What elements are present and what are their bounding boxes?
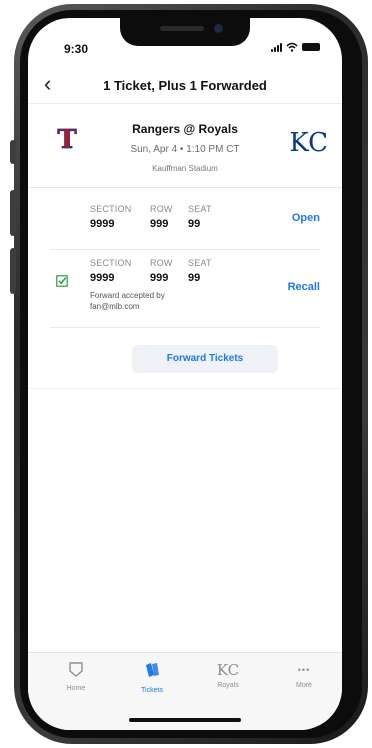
tab-more[interactable]: ••• More [274, 661, 334, 689]
recall-ticket-button[interactable]: Recall [288, 281, 320, 293]
home-plate-icon [69, 662, 83, 677]
royals-logo-icon: KC [289, 128, 328, 158]
row-value: 999 [150, 218, 169, 230]
speaker [160, 26, 204, 31]
row-label: ROW [150, 204, 173, 214]
tab-royals-label: Royals [217, 682, 239, 689]
status-time: 9:30 [64, 42, 89, 56]
app-screen: 9:30 ‹ 1 Ticket, Plus 1 Forwarded T Rang… [28, 18, 342, 730]
forwarded-check-icon [56, 275, 68, 287]
section-label: SECTION [90, 204, 132, 214]
ticket-row: SECTION ROW SEAT 9999 999 99 Open [50, 188, 320, 250]
signal-icon [271, 42, 282, 52]
royals-tab-logo-icon: KC [216, 661, 240, 679]
more-dots-icon: ••• [297, 665, 311, 675]
seat-value: 99 [188, 218, 201, 230]
volume-up-button [10, 190, 16, 236]
notch [120, 18, 250, 46]
forward-tickets-button[interactable]: Forward Tickets [132, 345, 278, 373]
home-indicator[interactable] [129, 718, 241, 722]
tab-royals[interactable]: KC Royals [198, 661, 258, 689]
seat-label: SEAT [188, 204, 212, 214]
row-value: 999 [150, 272, 169, 284]
seat-label: SEAT [188, 258, 212, 268]
section-value: 9999 [90, 272, 115, 284]
section-value: 9999 [90, 218, 115, 230]
game-card: T Rangers @ Royals Sun, Apr 4 • 1:10 PM … [28, 104, 342, 188]
volume-down-button [10, 248, 16, 294]
wifi-icon [286, 42, 298, 52]
tab-tickets-label: Tickets [141, 687, 163, 694]
navigation-bar: ‹ 1 Ticket, Plus 1 Forwarded [28, 68, 342, 104]
content-divider [28, 388, 342, 389]
section-label: SECTION [90, 258, 132, 268]
forward-note-line1: Forward accepted by [90, 291, 165, 300]
ticket-row: SECTION ROW SEAT 9999 999 99 Forward acc… [50, 250, 320, 328]
page-title: 1 Ticket, Plus 1 Forwarded [103, 78, 267, 93]
tickets-icon [146, 663, 159, 677]
battery-icon [302, 43, 320, 51]
tab-tickets[interactable]: Tickets [122, 661, 182, 694]
game-venue: Kauffman Stadium [152, 164, 218, 173]
tab-home-label: Home [66, 685, 86, 692]
row-label: ROW [150, 258, 173, 268]
seat-value: 99 [188, 272, 201, 284]
tab-more-label: More [296, 682, 312, 689]
open-ticket-button[interactable]: Open [292, 212, 320, 224]
mute-switch [10, 140, 16, 164]
tab-home[interactable]: Home [46, 661, 106, 692]
status-icons [271, 42, 320, 52]
front-camera [214, 24, 223, 33]
forward-note-email: fan@mlb.com [90, 302, 140, 311]
